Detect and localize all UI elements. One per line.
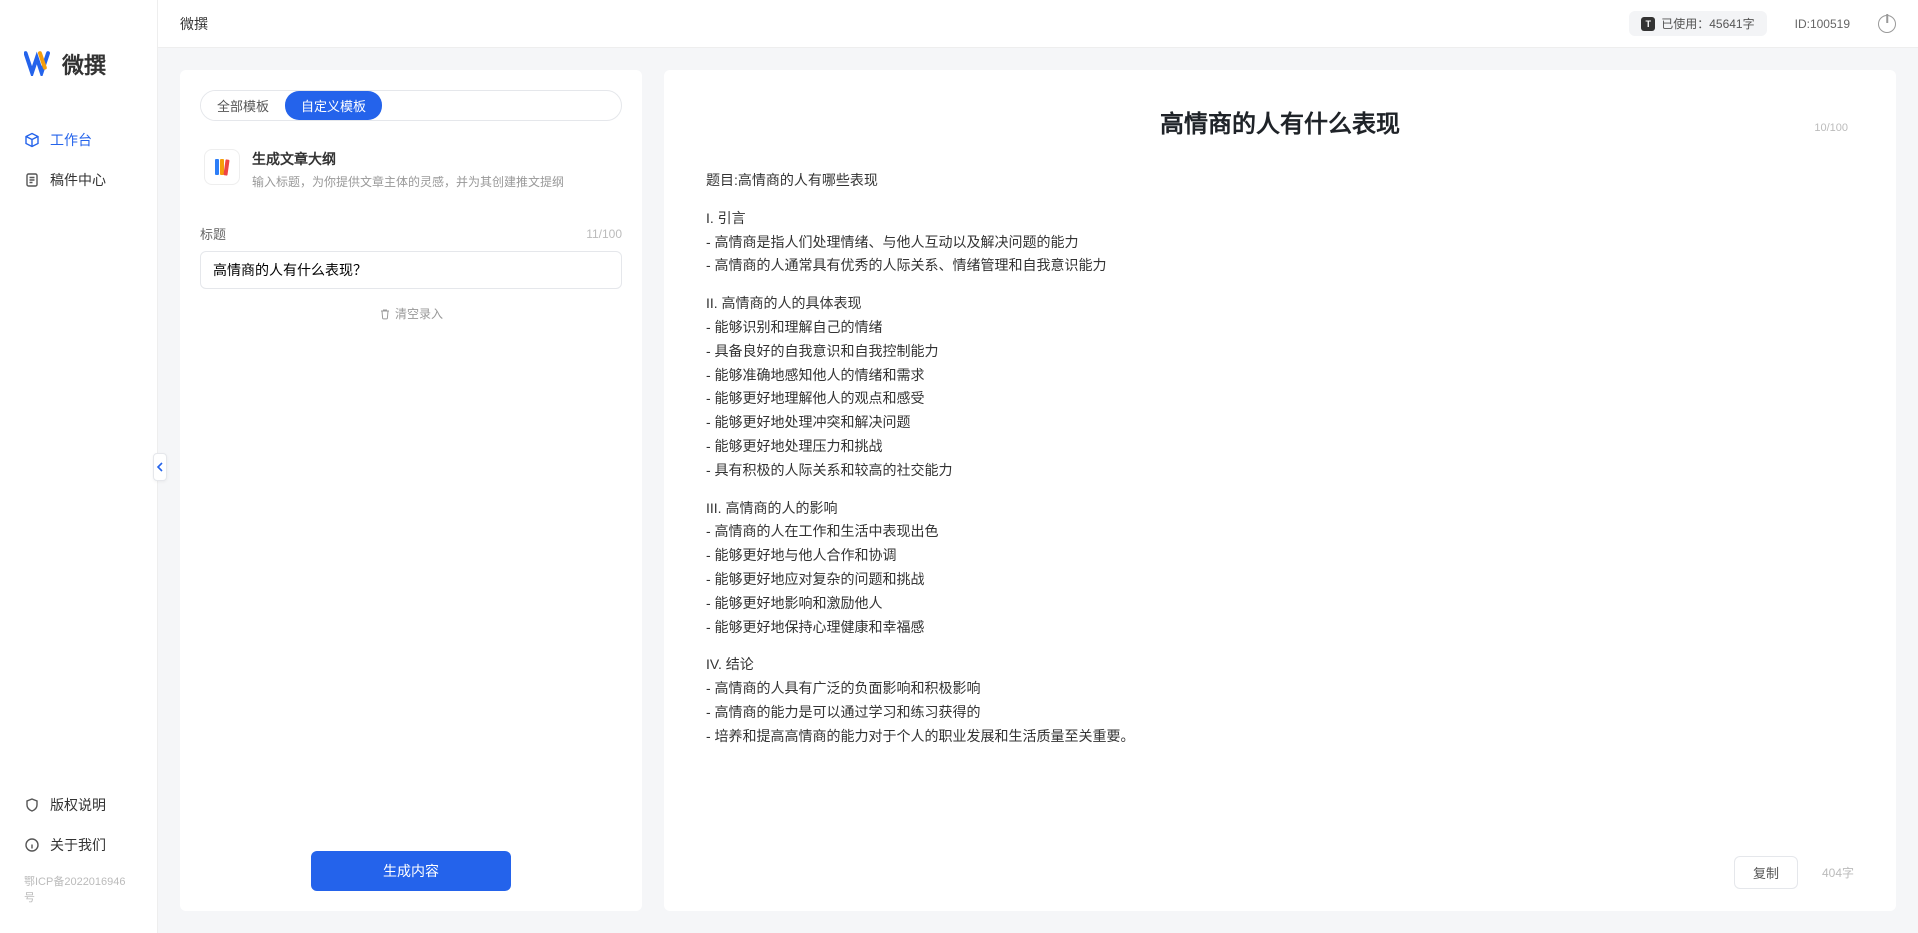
doc-line: - 能够更好地处理冲突和解决问题 xyxy=(706,411,1854,435)
doc-section: I. 引言- 高情商是指人们处理情绪、与他人互动以及解决问题的能力- 高情商的人… xyxy=(706,207,1854,278)
cube-icon xyxy=(24,132,40,148)
books-icon xyxy=(204,149,240,185)
user-id: ID:100519 xyxy=(1795,17,1850,31)
logo-icon xyxy=(24,50,56,78)
doc-line: - 具有积极的人际关系和较高的社交能力 xyxy=(706,459,1854,483)
title-input[interactable] xyxy=(200,251,622,289)
doc-line: - 能够更好地理解他人的观点和感受 xyxy=(706,387,1854,411)
sidebar-bottom: 版权说明 关于我们 鄂ICP备2022016946号 xyxy=(0,785,157,913)
doc-line: - 高情商是指人们处理情绪、与他人互动以及解决问题的能力 xyxy=(706,231,1854,255)
nav-item-copyright[interactable]: 版权说明 xyxy=(0,785,157,825)
topbar: 微撰 T 已使用：45641字 ID:100519 xyxy=(158,0,1918,48)
brand-name: 微撰 xyxy=(62,48,106,80)
doc-section-heading: III. 高情商的人的影响 xyxy=(706,497,1854,521)
tab-all-templates[interactable]: 全部模板 xyxy=(201,91,285,120)
doc-line: - 能够更好地保持心理健康和幸福感 xyxy=(706,616,1854,640)
doc-title: 高情商的人有什么表现 xyxy=(706,104,1854,139)
nav-label: 版权说明 xyxy=(50,795,106,815)
doc-line: - 能够更好地与他人合作和协调 xyxy=(706,544,1854,568)
doc-section-heading: II. 高情商的人的具体表现 xyxy=(706,292,1854,316)
tab-custom-template[interactable]: 自定义模板 xyxy=(285,91,382,120)
power-icon[interactable] xyxy=(1878,15,1896,33)
title-char-count: 11/100 xyxy=(586,227,622,241)
usage-chip: T 已使用：45641字 xyxy=(1629,11,1766,36)
doc-section: II. 高情商的人的具体表现- 能够识别和理解自己的情绪- 具备良好的自我意识和… xyxy=(706,292,1854,482)
clear-input-button[interactable]: 清空录入 xyxy=(200,305,622,322)
trash-icon xyxy=(379,308,391,320)
doc-title-count: 10/100 xyxy=(1814,122,1848,134)
output-footer: 复制 404字 xyxy=(1734,856,1854,889)
clear-label: 清空录入 xyxy=(395,305,443,322)
sidebar: 微撰 工作台 稿件中心 版权说明 关于我们 鄂ICP备2022016946号 xyxy=(0,0,158,933)
doc-line: - 高情商的人在工作和生活中表现出色 xyxy=(706,520,1854,544)
tool-card: 生成文章大纲 输入标题，为你提供文章主体的灵感，并为其创建推文提纲 xyxy=(200,139,622,200)
doc-line: - 高情商的人通常具有优秀的人际关系、情绪管理和自我意识能力 xyxy=(706,254,1854,278)
main: 微撰 T 已使用：45641字 ID:100519 全部模板 自定义模板 生成文… xyxy=(158,0,1918,933)
title-field-label: 标题 xyxy=(200,224,226,243)
workspace: 全部模板 自定义模板 生成文章大纲 输入标题，为你提供文章主体的灵感，并为其创建… xyxy=(158,48,1918,933)
text-count-icon: T xyxy=(1641,17,1655,31)
nav-item-drafts[interactable]: 稿件中心 xyxy=(0,160,157,200)
copy-button[interactable]: 复制 xyxy=(1734,856,1798,889)
doc-line: - 具备良好的自我意识和自我控制能力 xyxy=(706,340,1854,364)
title-field-row: 标题 11/100 xyxy=(200,224,622,243)
doc-section-heading: IV. 结论 xyxy=(706,653,1854,677)
nav-label: 关于我们 xyxy=(50,835,106,855)
doc-line: - 能够更好地处理压力和挑战 xyxy=(706,435,1854,459)
doc-section: IV. 结论- 高情商的人具有广泛的负面影响和积极影响- 高情商的能力是可以通过… xyxy=(706,653,1854,748)
doc-body: 题目:高情商的人有哪些表现 I. 引言- 高情商是指人们处理情绪、与他人互动以及… xyxy=(706,169,1854,749)
sidebar-collapse-handle[interactable] xyxy=(153,453,167,481)
doc-line: - 高情商的能力是可以通过学习和练习获得的 xyxy=(706,701,1854,725)
logo: 微撰 xyxy=(0,20,157,120)
tool-title: 生成文章大纲 xyxy=(252,149,564,169)
page-title: 微撰 xyxy=(180,14,208,34)
template-tabs: 全部模板 自定义模板 xyxy=(200,90,622,121)
nav-label: 稿件中心 xyxy=(50,170,106,190)
doc-section: III. 高情商的人的影响- 高情商的人在工作和生活中表现出色- 能够更好地与他… xyxy=(706,497,1854,640)
doc-line: - 能够识别和理解自己的情绪 xyxy=(706,316,1854,340)
generate-row: 生成内容 xyxy=(200,835,622,891)
generate-button[interactable]: 生成内容 xyxy=(311,851,511,891)
input-panel: 全部模板 自定义模板 生成文章大纲 输入标题，为你提供文章主体的灵感，并为其创建… xyxy=(180,70,642,911)
doc-topic-line: 题目:高情商的人有哪些表现 xyxy=(706,169,1854,193)
info-icon xyxy=(24,837,40,853)
word-count: 404字 xyxy=(1822,864,1854,881)
title-input-wrap xyxy=(200,251,622,289)
doc-line: - 能够准确地感知他人的情绪和需求 xyxy=(706,364,1854,388)
tool-desc: 输入标题，为你提供文章主体的灵感，并为其创建推文提纲 xyxy=(252,173,564,190)
usage-label: 已使用：45641字 xyxy=(1661,15,1754,32)
topbar-right: T 已使用：45641字 ID:100519 xyxy=(1629,11,1896,36)
output-panel: 高情商的人有什么表现 10/100 题目:高情商的人有哪些表现 I. 引言- 高… xyxy=(664,70,1896,911)
doc-icon xyxy=(24,172,40,188)
doc-line: - 培养和提高高情商的能力对于个人的职业发展和生活质量至关重要。 xyxy=(706,725,1854,749)
doc-line: - 高情商的人具有广泛的负面影响和积极影响 xyxy=(706,677,1854,701)
nav-label: 工作台 xyxy=(50,130,92,150)
shield-icon xyxy=(24,797,40,813)
icp-footer: 鄂ICP备2022016946号 xyxy=(0,865,157,913)
nav-item-workbench[interactable]: 工作台 xyxy=(0,120,157,160)
doc-section-heading: I. 引言 xyxy=(706,207,1854,231)
doc-line: - 能够更好地影响和激励他人 xyxy=(706,592,1854,616)
doc-line: - 能够更好地应对复杂的问题和挑战 xyxy=(706,568,1854,592)
nav-item-about[interactable]: 关于我们 xyxy=(0,825,157,865)
